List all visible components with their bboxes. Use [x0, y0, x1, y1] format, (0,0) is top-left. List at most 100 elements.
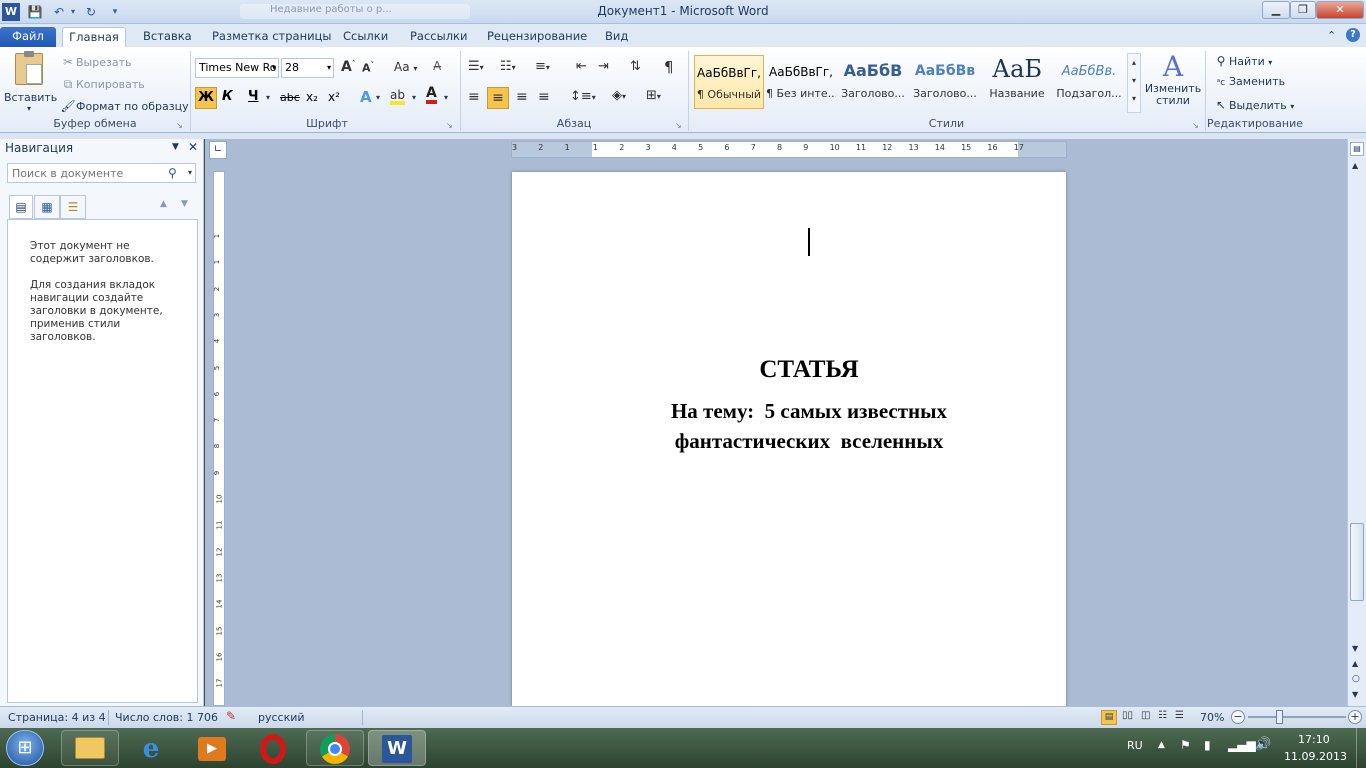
- search-icon[interactable]: ⚲: [168, 166, 177, 180]
- zoom-level[interactable]: 70%: [1200, 711, 1224, 724]
- zoom-in-icon[interactable]: +: [1348, 710, 1362, 724]
- nav-headings-tab[interactable]: ▤: [9, 195, 33, 219]
- nav-menu-icon[interactable]: ▼: [172, 142, 179, 152]
- ruler-toggle-icon[interactable]: ▤: [1350, 142, 1364, 156]
- nav-results-tab[interactable]: ☰: [60, 195, 86, 219]
- media-player-taskbar-button[interactable]: ▶: [183, 730, 241, 766]
- styles-launcher-icon[interactable]: ↘: [1192, 121, 1199, 130]
- align-center-icon[interactable]: ≡: [487, 87, 509, 109]
- full-screen-view-icon[interactable]: ▯▯: [1122, 710, 1133, 721]
- underline-dropdown-icon[interactable]: ▾: [266, 93, 270, 102]
- close-button[interactable]: ✕: [1316, 1, 1364, 19]
- paragraph-launcher-icon[interactable]: ↘: [675, 121, 682, 130]
- tab-references[interactable]: Ссылки: [339, 27, 392, 47]
- chevron-down-icon[interactable]: ▾: [412, 93, 416, 102]
- tab-mailings[interactable]: Рассылки: [406, 27, 471, 47]
- search-dropdown-icon[interactable]: ▾: [188, 168, 192, 177]
- next-page-icon[interactable]: ▼: [1352, 690, 1358, 699]
- nav-pages-tab[interactable]: ▦: [34, 195, 60, 219]
- tab-file[interactable]: Файл: [0, 27, 56, 47]
- chevron-down-icon[interactable]: ▾: [444, 93, 448, 102]
- font-color-icon[interactable]: A: [426, 86, 437, 104]
- help-icon[interactable]: ?: [1346, 28, 1360, 42]
- show-marks-button[interactable]: ¶: [664, 58, 674, 76]
- chevron-down-icon[interactable]: ▾: [376, 93, 380, 102]
- copy-button[interactable]: ⧉ Копировать: [60, 76, 145, 92]
- superscript-button[interactable]: x²: [328, 90, 340, 104]
- power-icon[interactable]: ▮: [1204, 738, 1211, 752]
- grow-font-button[interactable]: A˄: [341, 59, 355, 75]
- spellcheck-icon[interactable]: ✎: [226, 709, 236, 723]
- format-painter-button[interactable]: 🖌Формат по образцу: [60, 98, 188, 114]
- shading-icon[interactable]: ◈▾: [612, 88, 626, 103]
- horizontal-ruler[interactable]: 3 2 1 1 2 3 4 5 6 7 8 9 10 11 12 13 14 15 16 17: [511, 141, 1067, 158]
- show-hidden-icons[interactable]: ▲: [1158, 740, 1165, 750]
- change-case-button[interactable]: Aa ▾: [394, 60, 417, 74]
- clock-date[interactable]: 11.09.2013: [1284, 750, 1347, 763]
- borders-icon[interactable]: ⊞▾: [646, 88, 661, 103]
- print-layout-view-icon[interactable]: ▤: [1101, 710, 1117, 725]
- word-taskbar-button[interactable]: W: [368, 730, 426, 766]
- select-button[interactable]: ↖ Выделить ▾: [1213, 97, 1294, 113]
- tab-page-layout[interactable]: Разметка страницы: [208, 27, 335, 47]
- vertical-ruler[interactable]: 1123456789101112131415161718: [213, 171, 225, 706]
- find-button[interactable]: ⚲ Найти ▾: [1213, 53, 1273, 69]
- shrink-font-button[interactable]: A˅: [362, 61, 374, 75]
- input-language[interactable]: RU: [1127, 739, 1143, 752]
- decrease-indent-icon[interactable]: ⇤: [576, 59, 587, 74]
- tab-home[interactable]: Главная: [62, 27, 126, 47]
- styles-scroll[interactable]: ▴ ▾ ▾: [1127, 53, 1141, 113]
- word-count-status[interactable]: Число слов: 1 706: [115, 711, 218, 724]
- sort-icon[interactable]: ⇅: [630, 59, 641, 74]
- clock-time[interactable]: 17:10: [1298, 733, 1330, 746]
- minimize-ribbon-icon[interactable]: ⌃: [1327, 29, 1336, 42]
- cut-button[interactable]: ✂ Вырезать: [60, 54, 132, 70]
- increase-indent-icon[interactable]: ⇥: [598, 59, 609, 74]
- zoom-out-icon[interactable]: −: [1231, 710, 1245, 724]
- style-heading-1[interactable]: АаБбВ Заголово...: [838, 55, 908, 109]
- start-button[interactable]: ⊞: [6, 730, 44, 766]
- scroll-down-icon[interactable]: ▼: [1352, 644, 1358, 653]
- subscript-button[interactable]: x₂: [306, 90, 318, 104]
- volume-icon[interactable]: 🔊: [1255, 737, 1271, 752]
- maximize-button[interactable]: ❐: [1290, 1, 1316, 19]
- numbering-icon[interactable]: ☷▾: [500, 59, 516, 74]
- language-status[interactable]: русский: [258, 711, 305, 724]
- minimize-button[interactable]: ▁: [1262, 1, 1290, 19]
- nav-prev-icon[interactable]: ▲: [160, 199, 167, 209]
- zoom-slider-thumb[interactable]: [1276, 710, 1283, 724]
- outline-view-icon[interactable]: ☷: [1158, 710, 1167, 721]
- italic-button[interactable]: К: [222, 89, 233, 104]
- tab-view[interactable]: Вид: [601, 27, 632, 47]
- font-size-combo[interactable]: 28 ▾: [281, 58, 334, 78]
- change-styles-button[interactable]: A Изменить стили: [1144, 51, 1202, 113]
- font-launcher-icon[interactable]: ↘: [446, 121, 453, 130]
- scroll-thumb[interactable]: [1350, 523, 1364, 601]
- tab-review[interactable]: Рецензирование: [483, 27, 591, 47]
- document-page[interactable]: СТАТЬЯ На тему: 5 самых известных фантас…: [512, 172, 1066, 706]
- text-effects-icon[interactable]: A: [360, 88, 372, 106]
- align-left-icon[interactable]: ≡: [468, 89, 480, 105]
- style-no-spacing[interactable]: АаБбВвГг, ¶ Без инте...: [766, 55, 836, 109]
- strikethrough-button[interactable]: abc: [280, 91, 300, 104]
- multilevel-list-icon[interactable]: ≡▾: [535, 59, 550, 74]
- clipboard-launcher-icon[interactable]: ↘: [176, 121, 183, 130]
- style-subtitle[interactable]: АаБбВв. Подзагол...: [1054, 55, 1124, 109]
- draft-view-icon[interactable]: ☰: [1175, 710, 1184, 721]
- previous-page-icon[interactable]: ▲: [1352, 659, 1358, 668]
- browse-object-icon[interactable]: ○: [1352, 674, 1360, 684]
- chrome-taskbar-button[interactable]: [306, 730, 364, 766]
- line-spacing-icon[interactable]: ↕≡▾: [570, 89, 596, 104]
- bullets-icon[interactable]: ☰▾: [468, 59, 484, 74]
- underline-button[interactable]: Ч: [248, 89, 259, 104]
- style-title[interactable]: АаБ Название: [982, 55, 1052, 109]
- nav-close-icon[interactable]: ✕: [188, 140, 198, 154]
- align-right-icon[interactable]: ≡: [516, 89, 528, 105]
- action-center-icon[interactable]: ⚑: [1180, 738, 1191, 752]
- justify-icon[interactable]: ≡: [538, 89, 550, 105]
- opera-taskbar-button[interactable]: [244, 730, 302, 766]
- scroll-up-icon[interactable]: ▲: [1352, 161, 1358, 170]
- highlight-icon[interactable]: ab: [390, 89, 405, 105]
- page-count-status[interactable]: Страница: 4 из 4: [8, 711, 106, 724]
- explorer-taskbar-button[interactable]: [61, 730, 119, 766]
